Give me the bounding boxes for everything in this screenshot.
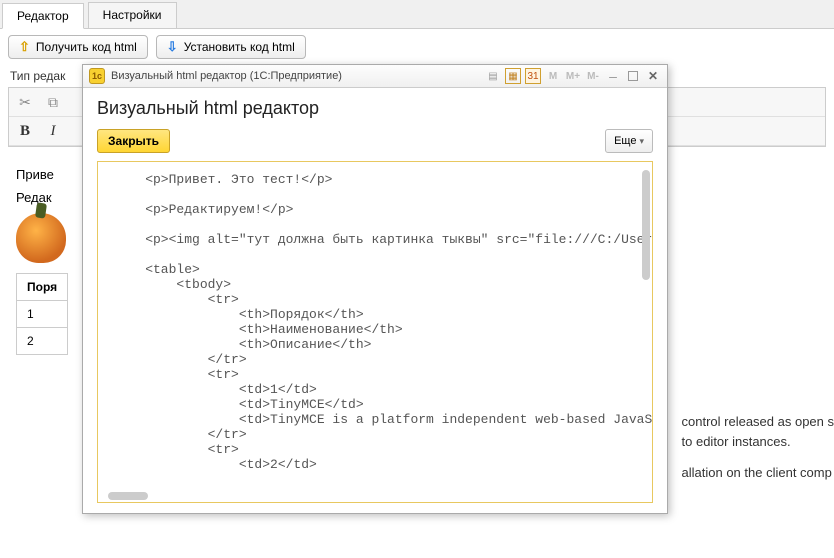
bg-desc-line: allation on the client comp	[682, 463, 834, 483]
italic-button[interactable]: I	[43, 121, 63, 141]
minimize-icon[interactable]: –	[605, 68, 621, 84]
arrow-up-icon: ⇧	[19, 39, 30, 55]
dialog-heading: Визуальный html редактор	[97, 98, 653, 119]
get-html-button[interactable]: ⇧ Получить код html	[8, 35, 148, 59]
close-icon[interactable]: ✕	[645, 68, 661, 84]
bg-desc-line: to editor instances.	[682, 432, 834, 452]
scrollbar-vertical[interactable]	[642, 170, 650, 280]
main-tabs: Редактор Настройки	[0, 0, 834, 29]
set-html-label: Установить код html	[184, 40, 295, 54]
dialog-window-title: Визуальный html редактор (1С:Предприятие…	[111, 70, 485, 82]
title-icon-doc[interactable]: ▤	[485, 68, 501, 84]
dialog-window: 1c Визуальный html редактор (1С:Предприя…	[82, 64, 668, 514]
titlebar-icons: ▤ ▦ 31 M M+ M- – ✕	[485, 68, 661, 84]
title-icon-calc[interactable]: ▦	[505, 68, 521, 84]
dialog-titlebar[interactable]: 1c Визуальный html редактор (1С:Предприя…	[83, 65, 667, 88]
code-textarea[interactable]: <p>Привет. Это тест!</p> <p>Редактируем!…	[97, 161, 653, 503]
tab-editor[interactable]: Редактор	[2, 3, 84, 29]
bold-button[interactable]: B	[15, 121, 35, 141]
copy-icon[interactable]: ⧉	[43, 92, 63, 112]
title-mplus-button[interactable]: M+	[565, 68, 581, 84]
bg-desc-line: control released as open s	[682, 412, 834, 432]
dialog-actions: Закрыть Еще	[97, 129, 653, 153]
title-m-button[interactable]: M	[545, 68, 561, 84]
bg-th: Поря	[17, 274, 68, 301]
table-row: 2	[17, 328, 68, 355]
dialog-more-button[interactable]: Еще	[605, 129, 653, 153]
toolbar: ⇧ Получить код html ⇩ Установить код htm…	[0, 29, 834, 65]
cut-icon[interactable]: ✂	[15, 92, 35, 112]
dialog-close-button[interactable]: Закрыть	[97, 129, 170, 153]
app-logo-icon: 1c	[89, 68, 105, 84]
scrollbar-horizontal[interactable]	[108, 492, 148, 500]
table-row: 1	[17, 301, 68, 328]
dialog-body: Визуальный html редактор Закрыть Еще <p>…	[83, 88, 667, 513]
set-html-button[interactable]: ⇩ Установить код html	[156, 35, 306, 59]
code-content: <p>Привет. Это тест!</p> <p>Редактируем!…	[114, 172, 652, 472]
maximize-icon[interactable]	[625, 68, 641, 84]
pumpkin-image	[16, 213, 66, 263]
get-html-label: Получить код html	[36, 40, 137, 54]
title-mminus-button[interactable]: M-	[585, 68, 601, 84]
tab-settings[interactable]: Настройки	[88, 2, 177, 28]
title-icon-calendar[interactable]: 31	[525, 68, 541, 84]
bg-table: Поря 1 2	[16, 273, 68, 355]
arrow-down-icon: ⇩	[167, 39, 178, 55]
